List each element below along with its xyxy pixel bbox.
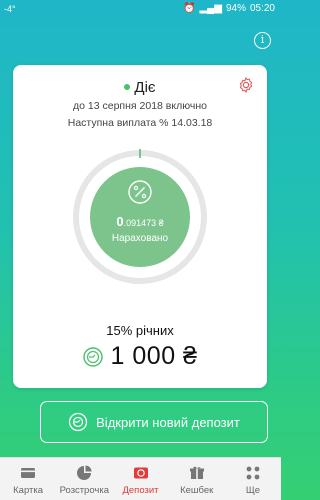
- progress-gauge: 0.091473 ₴ Нараховано: [70, 147, 210, 287]
- deposit-amount: 1 000 ₴: [110, 342, 198, 370]
- info-icon[interactable]: i: [254, 32, 271, 49]
- tab-more[interactable]: Ще: [225, 458, 281, 500]
- deposit-until: до 13 серпня 2018 включно: [73, 100, 207, 112]
- deposit-status: Діє: [13, 79, 267, 96]
- time-text: 05:20: [249, 3, 275, 14]
- status-bar: -4° ⏰ ▂▄▆ 94% 05:20: [0, 0, 281, 20]
- temperature-text: -4°: [4, 4, 16, 14]
- interest-rate: 15% річних: [106, 323, 174, 338]
- pie-icon: [77, 465, 92, 480]
- tab-installments[interactable]: Розстрочка: [56, 458, 112, 500]
- tab-cashback[interactable]: Кешбек: [169, 458, 225, 500]
- battery-text: 94%: [225, 3, 246, 14]
- more-icon: [246, 466, 260, 480]
- tab-card[interactable]: Картка: [0, 458, 56, 500]
- percent-icon: [128, 180, 152, 204]
- deposit-icon: [68, 412, 88, 432]
- signal-icon: ▂▄▆: [199, 3, 222, 14]
- gift-icon: [189, 466, 204, 479]
- card-icon: [21, 468, 36, 478]
- alarm-icon: ⏰: [183, 3, 196, 14]
- accrued-label: Нараховано: [111, 233, 169, 244]
- accrued-amount: 0.091473 ₴: [116, 214, 164, 229]
- next-payment: Наступна виплата % 14.03.18: [67, 117, 213, 129]
- tab-deposit[interactable]: Депозит: [112, 458, 168, 500]
- deposit-card: Діє до 13 серпня 2018 включно Наступна в…: [13, 65, 267, 388]
- open-new-deposit-label: Відкрити новий депозит: [96, 414, 240, 430]
- status-dot: [124, 84, 131, 91]
- open-new-deposit-button[interactable]: Відкрити новий депозит: [40, 401, 268, 443]
- bottom-tab-bar: Картка Розстрочка Депозит Кешбек Ще: [0, 457, 281, 500]
- deposit-icon: [133, 467, 148, 479]
- gear-icon[interactable]: [237, 76, 255, 94]
- deposit-coin-icon: [82, 346, 103, 367]
- gauge-center: 0.091473 ₴ Нараховано: [90, 167, 190, 267]
